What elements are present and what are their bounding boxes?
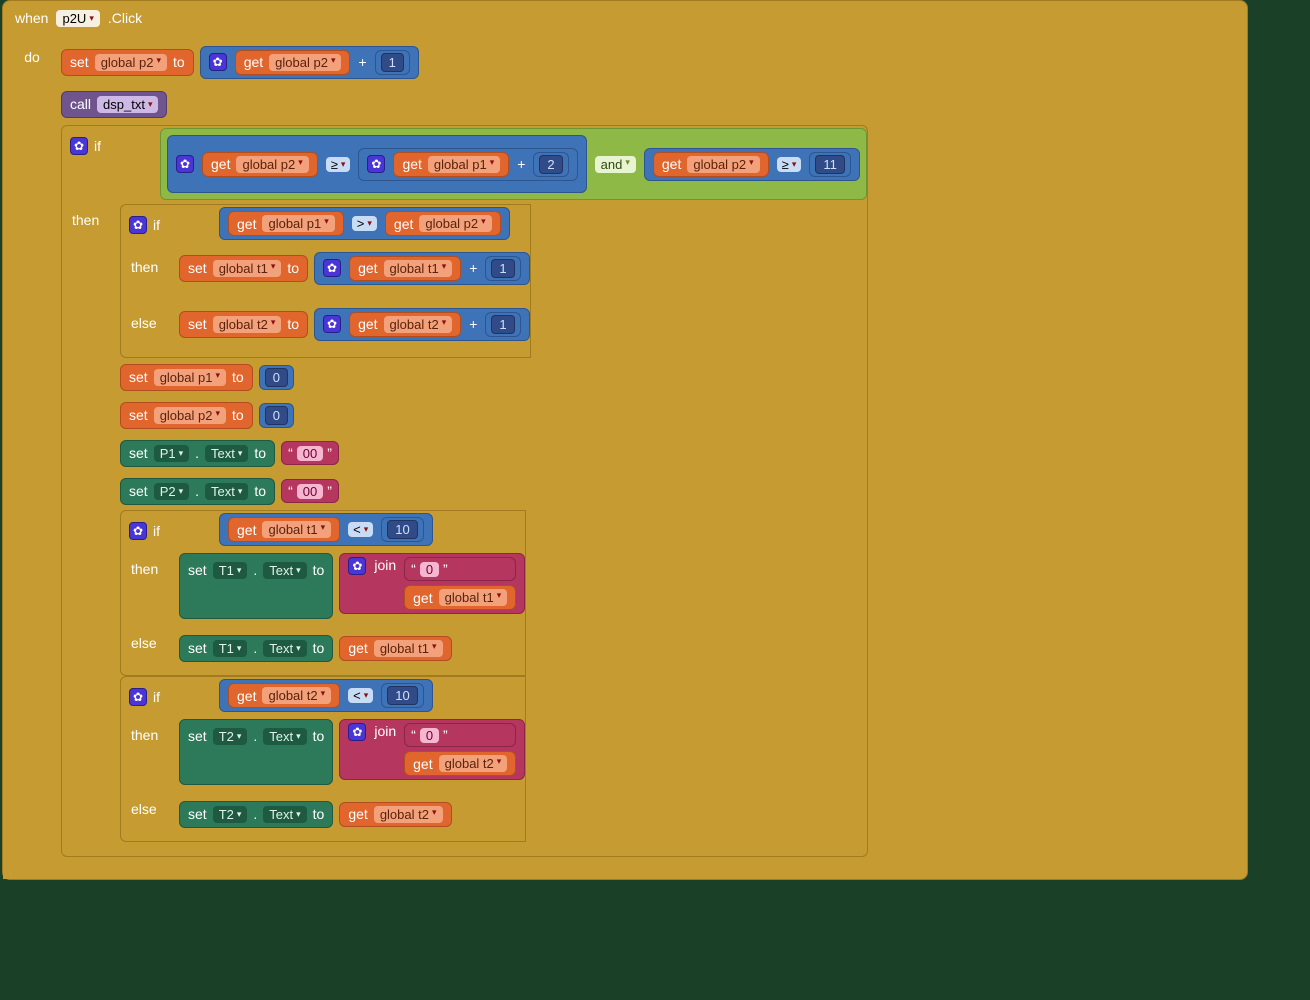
set-t1-increment[interactable]: setglobal t1▾to ✿ getglobal t1▾ + 1: [179, 249, 530, 287]
get-p2[interactable]: get global p2▾: [235, 50, 351, 75]
if-t1-lt-10[interactable]: ✿if getglobal t1▾ <▾ 10: [120, 510, 526, 676]
plus-op: +: [358, 54, 366, 70]
compare-ge-left[interactable]: ✿ get global p2▾ ≥▾ ✿: [167, 135, 587, 193]
gear-icon[interactable]: ✿: [70, 137, 88, 155]
set-P2-text-00[interactable]: setP2▾.Text▾to “00”: [120, 474, 339, 508]
set-T1-text-plain[interactable]: setT1▾.Text▾to getglobal t1▾: [179, 629, 452, 667]
var-p2-dropdown[interactable]: global p2▾: [95, 54, 167, 71]
join-block[interactable]: ✿ join “0” getglobal t1▾: [339, 553, 525, 614]
set-T2-text-join[interactable]: setT2▾.Text▾to ✿ join “0” getglobal t2▾: [179, 719, 525, 785]
set-T1-text-join[interactable]: setT1▾.Text▾to ✿ join “0” getglobal t1▾: [179, 553, 525, 619]
set-P1-text-00[interactable]: setP1▾.Text▾to “00”: [120, 436, 339, 470]
gear-icon[interactable]: ✿: [129, 216, 147, 234]
then-keyword: then: [72, 212, 99, 228]
gear-icon[interactable]: ✿: [367, 155, 385, 173]
number-0[interactable]: 0: [265, 368, 288, 387]
number-2[interactable]: 2: [539, 155, 562, 174]
get-p2[interactable]: get global p2▾: [202, 152, 318, 177]
gear-icon[interactable]: ✿: [348, 557, 366, 575]
gear-icon[interactable]: ✿: [323, 315, 341, 333]
inner-if-compare[interactable]: ✿ if getglobal p1▾ >▾ getglobal p2▾: [120, 204, 531, 358]
to-keyword: to: [173, 54, 185, 70]
if-keyword: if: [94, 138, 101, 154]
and-label[interactable]: and▾: [595, 156, 636, 173]
gear-icon[interactable]: ✿: [176, 155, 194, 173]
set-T2-text-plain[interactable]: setT2▾.Text▾to getglobal t2▾: [179, 795, 452, 833]
call-dsp-txt[interactable]: call dsp_txt▾: [61, 85, 167, 123]
gear-icon[interactable]: ✿: [323, 259, 341, 277]
gear-icon[interactable]: ✿: [129, 688, 147, 706]
and-block[interactable]: ✿ get global p2▾ ≥▾ ✿: [160, 128, 867, 200]
number-10[interactable]: 10: [387, 520, 417, 539]
text-literal-00[interactable]: “00”: [281, 441, 339, 465]
when-click-event[interactable]: when p2U▾ .Click do set global p2▾ to ✿ …: [2, 0, 1248, 880]
click-suffix: .Click: [108, 10, 142, 26]
gear-icon[interactable]: ✿: [348, 723, 366, 741]
compare-ge-right[interactable]: get global p2▾ ≥▾ 11: [644, 148, 860, 181]
if-t2-lt-10[interactable]: ✿if getglobal t2▾ <▾ 10: [120, 676, 526, 842]
ge-op-dropdown[interactable]: ≥▾: [777, 157, 802, 172]
math-add-block[interactable]: ✿ get global p2▾ + 1: [200, 46, 419, 79]
gear-icon[interactable]: ✿: [209, 53, 227, 71]
gt-op-dropdown[interactable]: >▾: [352, 216, 377, 231]
number-11[interactable]: 11: [815, 155, 845, 174]
ge-op-dropdown[interactable]: ≥▾: [326, 157, 351, 172]
get-p1[interactable]: getglobal p1▾: [228, 211, 344, 236]
when-keyword: when: [15, 10, 48, 26]
get-p2[interactable]: get global p2▾: [653, 152, 769, 177]
lt-op-dropdown[interactable]: <▾: [348, 522, 373, 537]
set-p1-zero[interactable]: setglobal p1▾to 0: [120, 360, 294, 394]
proc-dropdown[interactable]: dsp_txt▾: [97, 96, 158, 113]
event-component-dropdown[interactable]: p2U▾: [56, 10, 99, 27]
set-t2-increment[interactable]: setglobal t2▾to ✿ getglobal t2▾ + 1: [179, 305, 530, 343]
set-p2-increment[interactable]: set global p2▾ to ✿ get global p2▾ + 1: [61, 43, 419, 81]
set-keyword: set: [70, 54, 89, 70]
number-1[interactable]: 1: [381, 53, 404, 72]
compare-gt[interactable]: getglobal p1▾ >▾ getglobal p2▾: [219, 207, 510, 240]
get-p2[interactable]: getglobal p2▾: [385, 211, 501, 236]
gear-icon[interactable]: ✿: [129, 522, 147, 540]
do-label: do: [3, 35, 61, 879]
outer-if-block[interactable]: ✿ if ✿ get global p2▾: [61, 125, 868, 857]
get-p1[interactable]: get global p1▾: [393, 152, 509, 177]
call-keyword: call: [70, 96, 91, 112]
math-add-inner[interactable]: ✿ get global p1▾ + 2: [358, 148, 577, 181]
set-p2-zero[interactable]: setglobal p2▾to 0: [120, 398, 294, 432]
